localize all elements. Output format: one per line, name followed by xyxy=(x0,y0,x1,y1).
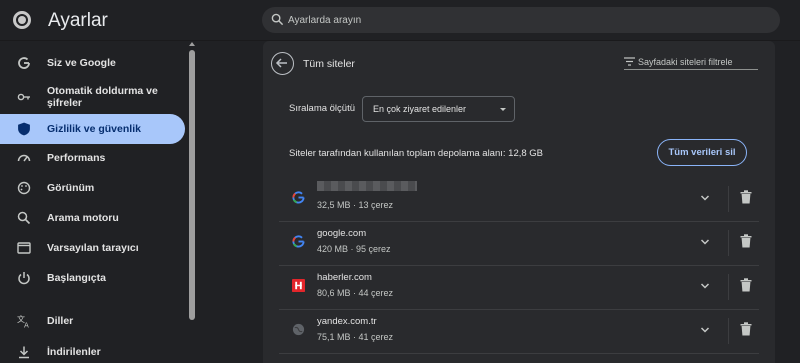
power-icon xyxy=(18,272,30,285)
translate-icon: 文 A xyxy=(17,314,29,329)
sidebar-item-on-startup[interactable]: Başlangıçta xyxy=(0,263,185,293)
sidebar-item-label: Performans xyxy=(47,152,106,164)
clear-all-data-button[interactable]: Tüm verileri sil xyxy=(657,139,747,166)
row-divider xyxy=(728,274,729,300)
sort-dropdown[interactable]: En çok ziyaret edilenler xyxy=(362,96,515,122)
site-storage-meta: 420 MB · 95 çerez xyxy=(317,244,391,254)
globe-icon xyxy=(292,323,305,336)
chevron-down-icon[interactable] xyxy=(698,191,712,205)
sidebar-item-performance[interactable]: Performans xyxy=(0,143,185,173)
site-name: google.com xyxy=(317,228,367,239)
speedometer-icon xyxy=(17,154,31,162)
sort-selected-value: En çok ziyaret edilenler xyxy=(373,104,467,114)
sidebar-item-you-and-google[interactable]: Siz ve Google xyxy=(0,48,185,78)
chevron-down-icon[interactable] xyxy=(698,235,712,249)
site-name: yandex.com.tr xyxy=(317,316,377,327)
sidebar-item-autofill[interactable]: Otomatik doldurma ve şifreler xyxy=(0,79,185,115)
sidebar-item-label: Diller xyxy=(47,315,74,327)
search-icon xyxy=(271,13,284,26)
sidebar-item-label: Başlangıçta xyxy=(47,272,106,284)
site-storage-meta: 32,5 MB · 13 çerez xyxy=(317,200,394,210)
site-filter-input[interactable] xyxy=(638,55,758,68)
row-divider xyxy=(728,230,729,256)
key-icon xyxy=(17,93,30,101)
trash-icon[interactable] xyxy=(740,190,752,204)
sidebar-item-label: Varsayılan tarayıcı xyxy=(47,242,139,254)
sort-label: Sıralama ölçütü xyxy=(289,103,356,114)
sidebar-scrollbar-thumb[interactable] xyxy=(189,50,195,320)
sidebar-item-label: Gizlilik ve güvenlik xyxy=(47,123,141,135)
search-icon xyxy=(17,211,31,225)
arrow-left-icon xyxy=(275,58,287,68)
trash-icon[interactable] xyxy=(740,322,752,336)
site-row[interactable]: haberler.com 80,6 MB · 44 çerez xyxy=(279,266,759,310)
redacted-site-name xyxy=(317,181,417,191)
sidebar-item-languages[interactable]: 文 A Diller xyxy=(0,306,185,336)
site-row[interactable]: google.com 420 MB · 95 çerez xyxy=(279,222,759,266)
site-storage-meta: 75,1 MB · 41 çerez xyxy=(317,332,394,342)
chrome-logo-icon xyxy=(13,11,31,29)
chevron-down-icon[interactable] xyxy=(698,323,712,337)
sidebar-item-label: İndirilenler xyxy=(47,346,101,358)
settings-search-box[interactable] xyxy=(262,7,780,33)
sidebar-item-appearance[interactable]: Görünüm xyxy=(0,173,185,203)
download-icon xyxy=(19,346,29,359)
svg-text:A: A xyxy=(24,322,29,329)
filter-icon xyxy=(624,57,635,66)
page-title: Tüm siteler xyxy=(303,58,355,70)
google-g-icon xyxy=(292,235,305,248)
trash-icon[interactable] xyxy=(740,234,752,248)
sidebar-scroll-up-arrow[interactable] xyxy=(189,42,195,46)
settings-search-input[interactable] xyxy=(288,7,768,33)
trash-icon[interactable] xyxy=(740,278,752,292)
google-g-icon xyxy=(292,191,305,204)
site-storage-meta: 80,6 MB · 44 çerez xyxy=(317,288,394,298)
site-name: haberler.com xyxy=(317,272,372,283)
sidebar-item-label: Siz ve Google xyxy=(47,57,116,69)
google-g-icon xyxy=(18,57,30,69)
sidebar-item-label: Arama motoru xyxy=(47,212,119,224)
sidebar: Siz ve Google Otomatik doldurma ve şifre… xyxy=(0,41,186,363)
site-row[interactable]: yandex.com.tr 75,1 MB · 41 çerez xyxy=(279,310,759,354)
dropdown-caret-icon xyxy=(500,108,506,111)
app-title: Ayarlar xyxy=(48,10,108,31)
site-filter-field[interactable] xyxy=(624,55,758,70)
total-storage-text: Siteler tarafından kullanılan toplam dep… xyxy=(289,148,544,159)
browser-window-icon xyxy=(17,242,31,254)
palette-icon xyxy=(17,181,31,195)
sidebar-item-privacy-security[interactable]: Gizlilik ve güvenlik xyxy=(0,114,185,144)
shield-icon xyxy=(18,122,30,136)
app-header: Ayarlar xyxy=(0,0,800,41)
all-sites-card: Tüm siteler Sıralama ölçütü En çok ziyar… xyxy=(263,41,775,363)
sidebar-item-label: Görünüm xyxy=(47,182,95,194)
sidebar-item-label: Otomatik doldurma ve şifreler xyxy=(47,85,158,109)
haberler-h-icon xyxy=(292,279,305,292)
site-row[interactable]: 32,5 MB · 13 çerez xyxy=(279,178,759,222)
sidebar-item-search-engine[interactable]: Arama motoru xyxy=(0,203,185,233)
row-divider xyxy=(728,186,729,212)
sidebar-item-downloads[interactable]: İndirilenler xyxy=(0,337,185,363)
back-button[interactable] xyxy=(271,52,294,75)
sidebar-item-default-browser[interactable]: Varsayılan tarayıcı xyxy=(0,233,185,263)
chevron-down-icon[interactable] xyxy=(698,279,712,293)
row-divider xyxy=(728,318,729,344)
